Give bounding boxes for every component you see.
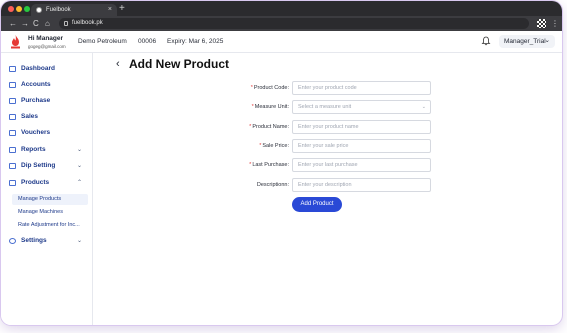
field-label-text: Last Purchase: xyxy=(252,162,289,168)
reload-icon[interactable]: C xyxy=(33,17,39,30)
form-row-description: Descriptionn: Enter your description xyxy=(201,178,431,192)
dashboard-icon xyxy=(9,66,16,72)
product-code-input[interactable]: Enter your product code xyxy=(292,81,431,95)
company-name: Demo Petroleum xyxy=(78,38,127,45)
back-chevron-icon[interactable]: ‹ xyxy=(116,58,120,70)
expiry-date: Expiry: Mar 6, 2025 xyxy=(167,38,224,45)
field-label: Descriptionn: xyxy=(256,182,289,188)
field-label: *Last Purchase: xyxy=(201,158,289,172)
sidebar-subitem-rate-adjustment[interactable]: Rate Adjustment for Inc... xyxy=(12,220,88,231)
sidebar-item-products[interactable]: Products ⌃ xyxy=(8,177,90,189)
sidebar-subitem-manage-machines[interactable]: Manage Machines xyxy=(12,207,88,218)
sidebar-item-label: Settings xyxy=(21,237,47,244)
greeting: Hi Manager xyxy=(28,35,64,42)
form-row-last-purchase: *Last Purchase: Enter your last purchase xyxy=(201,158,431,172)
product-name-input[interactable]: Enter your product name xyxy=(292,120,431,134)
sidebar-item-sales[interactable]: Sales xyxy=(8,111,90,123)
sidebar-item-label: Accounts xyxy=(21,81,51,88)
required-mark: * xyxy=(249,162,252,168)
company-code: 00006 xyxy=(138,38,157,45)
measure-unit-select[interactable]: Select a measure unit ⌄ xyxy=(292,100,431,114)
field-label-text: Sale Price: xyxy=(262,143,289,149)
browser-tab-bar: Fuelbook × + xyxy=(1,1,562,16)
chevron-down-icon: ⌄ xyxy=(421,104,426,110)
reports-icon xyxy=(9,147,16,153)
user-email: gogeg@gmail.com xyxy=(28,44,66,49)
sidebar: Dashboard Accounts Purchase Sales Vouche… xyxy=(1,53,93,325)
field-label-text: Measure Unit: xyxy=(254,104,289,110)
favicon-icon xyxy=(36,7,42,13)
sale-price-input[interactable]: Enter your sale price xyxy=(292,139,431,153)
dip-setting-icon xyxy=(9,163,16,169)
sidebar-item-dip-setting[interactable]: Dip Setting ⌄ xyxy=(8,160,90,172)
app-header: Hi Manager gogeg@gmail.com Demo Petroleu… xyxy=(1,31,562,53)
chevron-up-icon: ⌃ xyxy=(76,180,82,186)
field-label-text: Product Code: xyxy=(253,85,289,91)
url-text: fuelbook.pk xyxy=(72,20,103,26)
lock-icon xyxy=(64,21,68,26)
window-minimize-button[interactable] xyxy=(16,6,22,12)
products-icon xyxy=(9,180,16,186)
description-input[interactable]: Enter your description xyxy=(292,178,431,192)
form-row-product-name: *Product Name: Enter your product name xyxy=(201,120,431,134)
required-mark: * xyxy=(251,104,254,110)
field-label: *Product Name: xyxy=(201,120,289,134)
sidebar-item-settings[interactable]: Settings ⌄ xyxy=(8,235,90,247)
sidebar-item-accounts[interactable]: Accounts xyxy=(8,79,90,91)
bell-icon[interactable] xyxy=(481,36,491,46)
required-mark: * xyxy=(249,124,252,130)
browser-tab[interactable]: Fuelbook × xyxy=(31,4,117,16)
tab-title: Fuelbook xyxy=(46,7,71,13)
back-arrow-icon[interactable]: ← xyxy=(9,17,17,30)
sales-icon xyxy=(9,114,16,120)
window-close-button[interactable] xyxy=(8,6,14,12)
form-row-measure-unit: *Measure Unit: Select a measure unit ⌄ xyxy=(201,100,431,114)
form-row-sale-price: *Sale Price: Enter your sale price xyxy=(201,139,431,153)
field-label-text: Product Name: xyxy=(252,124,289,130)
browser-menu-icon[interactable]: ⋮ xyxy=(551,17,559,30)
user-menu-label: Manager_Trial xyxy=(504,38,546,45)
forward-arrow-icon[interactable]: → xyxy=(21,17,29,30)
sidebar-item-label: Reports xyxy=(21,146,46,153)
field-label: *Product Code: xyxy=(201,81,289,95)
flame-logo-icon xyxy=(11,35,20,49)
vouchers-icon xyxy=(9,130,16,136)
browser-window: Fuelbook × + ← → C ⌂ fuelbook.pk ⋮ Hi Ma… xyxy=(1,1,562,325)
sidebar-item-purchase[interactable]: Purchase xyxy=(8,95,90,107)
accounts-icon xyxy=(9,82,16,88)
chevron-down-icon: ⌄ xyxy=(76,147,82,153)
browser-toolbar: ← → C ⌂ fuelbook.pk ⋮ xyxy=(1,16,562,31)
address-bar[interactable]: fuelbook.pk xyxy=(59,18,529,29)
tab-close-icon[interactable]: × xyxy=(108,4,112,16)
chevron-down-icon: ⌄ xyxy=(76,163,82,169)
sidebar-item-vouchers[interactable]: Vouchers xyxy=(8,127,90,139)
chevron-down-icon: ⌄ xyxy=(544,37,550,44)
measure-unit-placeholder: Select a measure unit xyxy=(298,104,352,110)
sidebar-item-label: Vouchers xyxy=(21,129,51,136)
sidebar-item-label: Purchase xyxy=(21,97,51,104)
new-tab-button[interactable]: + xyxy=(119,3,125,15)
page-title: Add New Product xyxy=(129,57,230,71)
sidebar-item-label: Dashboard xyxy=(21,65,55,72)
sidebar-item-label: Products xyxy=(21,179,50,186)
sidebar-subitem-manage-products[interactable]: Manage Products xyxy=(12,194,88,205)
sidebar-item-reports[interactable]: Reports ⌄ xyxy=(8,144,90,156)
field-label: *Measure Unit: xyxy=(201,100,289,114)
extension-icon[interactable] xyxy=(537,19,546,28)
form-row-product-code: *Product Code: Enter your product code xyxy=(201,81,431,95)
home-icon[interactable]: ⌂ xyxy=(45,17,50,30)
purchase-icon xyxy=(9,98,16,104)
required-mark: * xyxy=(250,85,253,91)
sidebar-item-label: Sales xyxy=(21,113,38,120)
sidebar-item-dashboard[interactable]: Dashboard xyxy=(8,63,90,75)
sidebar-item-label: Dip Setting xyxy=(21,162,56,169)
user-menu-dropdown[interactable]: Manager_Trial ⌄ xyxy=(499,35,555,48)
settings-icon xyxy=(9,238,16,244)
last-purchase-input[interactable]: Enter your last purchase xyxy=(292,158,431,172)
window-maximize-button[interactable] xyxy=(24,6,30,12)
chevron-down-icon: ⌄ xyxy=(76,238,82,244)
add-product-button[interactable]: Add Product xyxy=(292,197,342,212)
field-label: *Sale Price: xyxy=(201,139,289,153)
